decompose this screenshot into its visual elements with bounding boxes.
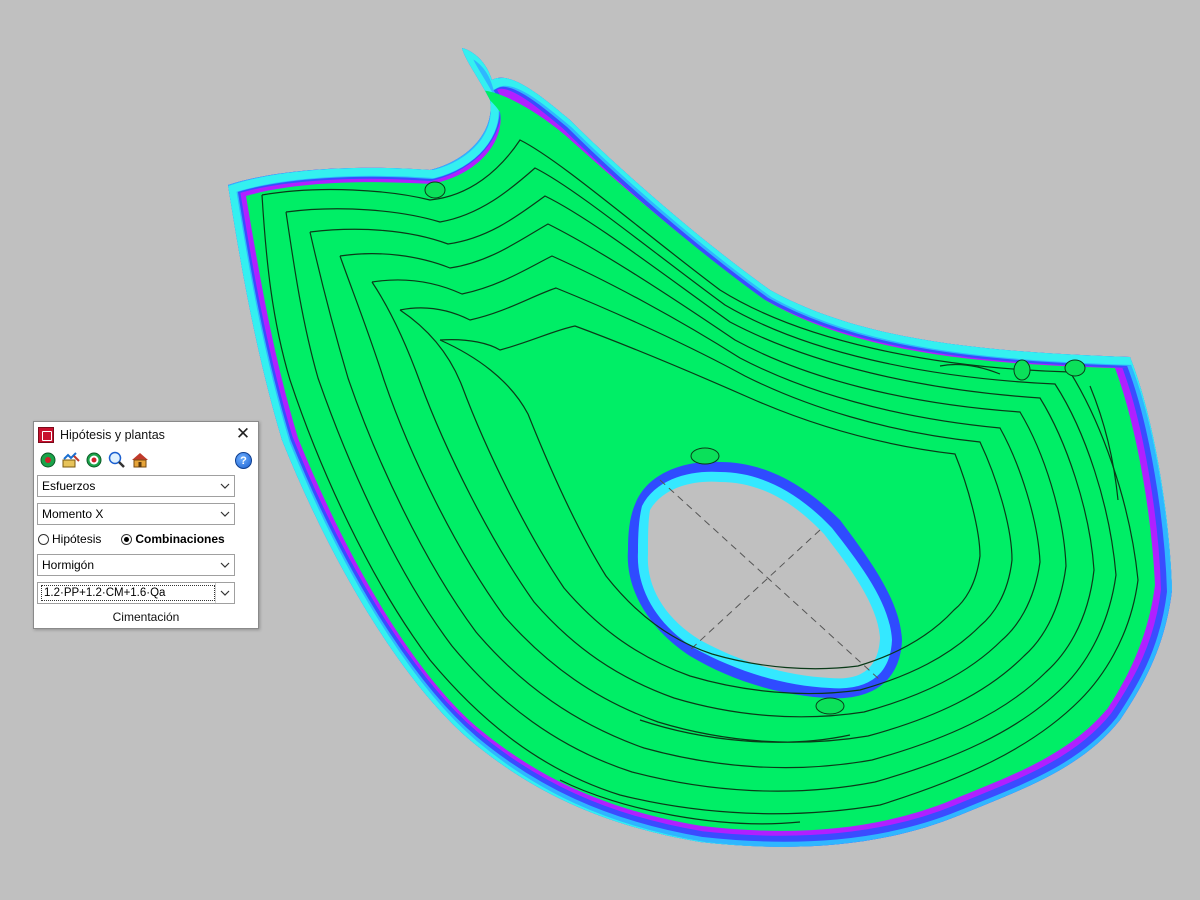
app-logo-icon bbox=[38, 427, 54, 443]
radio-hypothesis[interactable]: Hipótesis bbox=[38, 532, 101, 546]
combination-select[interactable]: 1.2·PP+1.2·CM+1.6·Qa bbox=[37, 582, 235, 604]
result-type-value: Esfuerzos bbox=[42, 479, 96, 493]
help-icon[interactable]: ? bbox=[235, 452, 252, 469]
material-select[interactable]: Hormigón bbox=[37, 554, 235, 576]
magnitude-value: Momento X bbox=[42, 507, 104, 521]
material-value: Hormigón bbox=[42, 558, 95, 572]
radio-combinations-label: Combinaciones bbox=[135, 532, 225, 546]
radio-hypothesis-dot[interactable] bbox=[38, 533, 49, 545]
zoom-search-icon[interactable] bbox=[107, 450, 127, 470]
donut-view-icon[interactable] bbox=[38, 450, 58, 470]
close-button[interactable]: ✕ bbox=[234, 424, 252, 443]
chevron-down-icon bbox=[215, 583, 234, 603]
dialog-titlebar[interactable]: Hipótesis y plantas ✕ bbox=[34, 422, 258, 448]
radio-combinations-dot[interactable] bbox=[121, 533, 133, 545]
magnitude-select[interactable]: Momento X bbox=[37, 503, 235, 525]
chevron-down-icon bbox=[216, 476, 234, 496]
building-icon[interactable] bbox=[130, 450, 150, 470]
chevron-down-icon bbox=[216, 504, 234, 524]
dialog-toolbar: ? bbox=[36, 449, 256, 471]
floor-label[interactable]: Cimentación bbox=[34, 610, 258, 624]
contour-rings-icon[interactable] bbox=[84, 450, 104, 470]
combination-value: 1.2·PP+1.2·CM+1.6·Qa bbox=[41, 585, 215, 601]
hypothesis-floors-dialog: Hipótesis y plantas ✕ ? Esfuerzos Moment… bbox=[33, 421, 259, 629]
result-type-select[interactable]: Esfuerzos bbox=[37, 475, 235, 497]
radio-combinations[interactable]: Combinaciones bbox=[121, 532, 225, 546]
dialog-title: Hipótesis y plantas bbox=[60, 428, 165, 442]
edit-chart-icon[interactable] bbox=[61, 450, 81, 470]
load-mode-radios: Hipótesis Combinaciones bbox=[38, 529, 254, 549]
radio-hypothesis-label: Hipótesis bbox=[52, 532, 102, 546]
chevron-down-icon bbox=[216, 555, 234, 575]
